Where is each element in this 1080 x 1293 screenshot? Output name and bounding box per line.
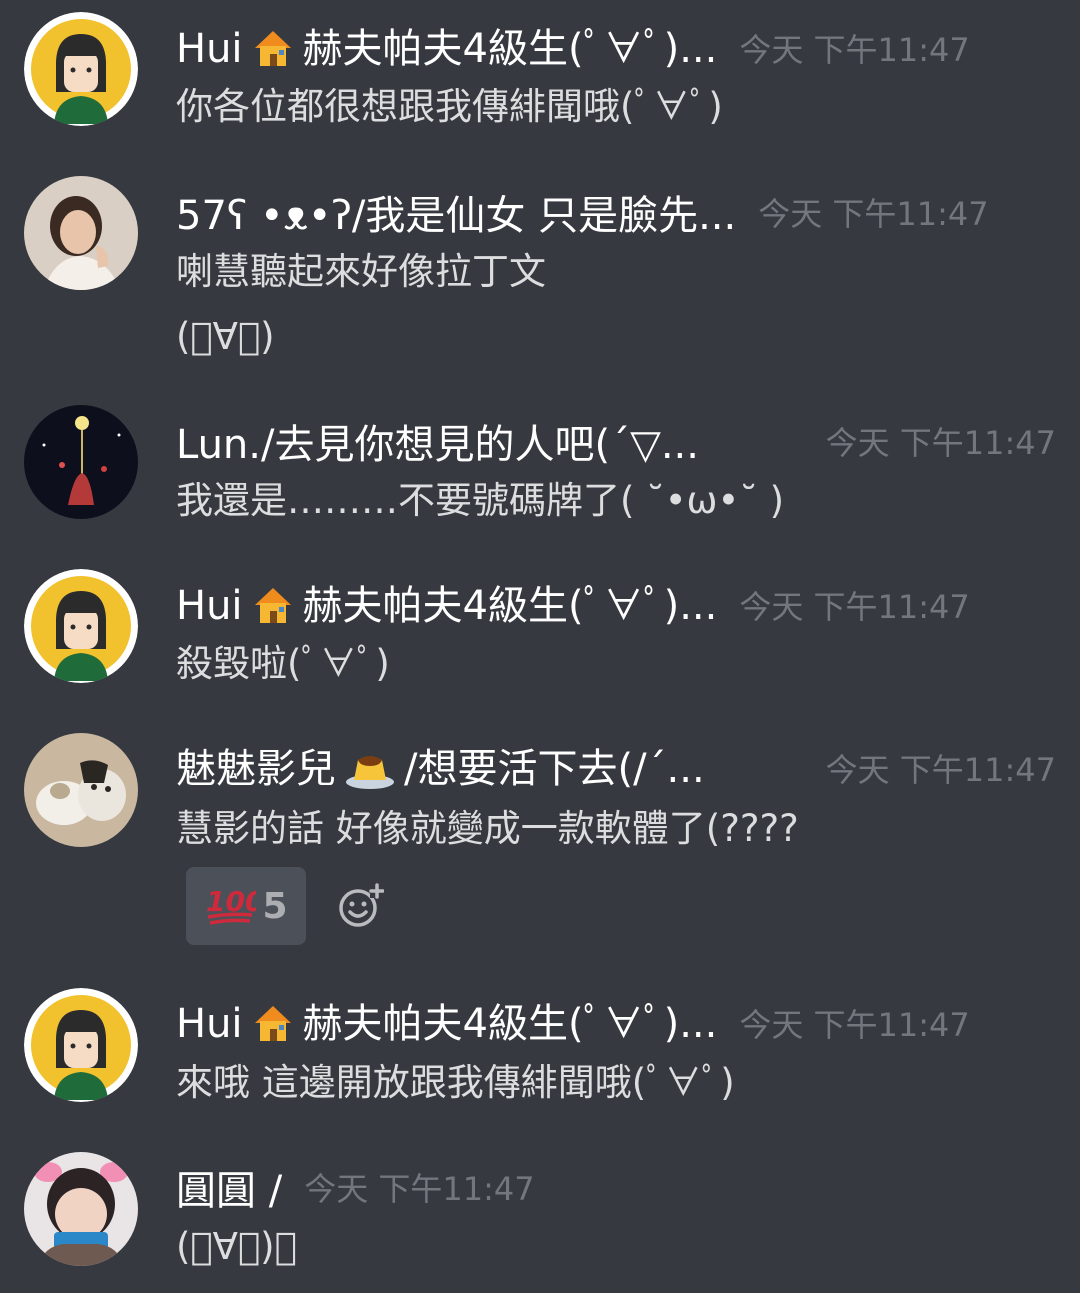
timestamp: 今天 下午11:47 bbox=[758, 195, 989, 233]
house-emoji-icon bbox=[251, 1001, 295, 1055]
timestamp: 今天 下午11:47 bbox=[739, 31, 970, 69]
message-text: (ﾟ∀ﾟ) bbox=[176, 315, 275, 358]
reaction-100[interactable]: 100 5 bbox=[186, 867, 306, 945]
pudding-emoji-icon bbox=[344, 746, 396, 800]
avatar[interactable] bbox=[24, 1152, 138, 1266]
photo-avatar-icon bbox=[24, 176, 138, 290]
timestamp: 今天 下午11:47 bbox=[304, 1170, 535, 1208]
avatar[interactable] bbox=[24, 569, 138, 683]
author-name[interactable]: 魅魅影兒/想要活下去(/´... bbox=[176, 736, 705, 800]
author-name[interactable]: 57ʕ •ᴥ•ʔ/我是仙女 只是臉先... bbox=[176, 183, 736, 241]
avatar[interactable] bbox=[24, 988, 138, 1102]
night-photo-avatar-icon bbox=[24, 405, 138, 519]
author-name[interactable]: Lun./去見你想見的人吧(´▽... bbox=[176, 412, 699, 470]
cats-photo-avatar-icon bbox=[24, 733, 138, 847]
message-text: 慧影的話 好像就變成一款軟體了(???? bbox=[176, 807, 799, 850]
timestamp: 今天 下午11:47 bbox=[739, 1006, 970, 1044]
cartoon-avatar-icon bbox=[24, 569, 138, 683]
cartoon-avatar-icon bbox=[24, 988, 138, 1102]
house-emoji-icon bbox=[251, 26, 295, 80]
message-text: (ﾟ∀ﾟ)？ bbox=[176, 1225, 297, 1268]
message-text: 我還是………不要號碼牌了( ˘•ω•˘ ) bbox=[176, 479, 785, 522]
author-name[interactable]: 圓圓 / bbox=[176, 1158, 282, 1216]
add-reaction-icon[interactable] bbox=[336, 882, 385, 930]
house-emoji-icon bbox=[251, 583, 295, 637]
author-name[interactable]: Hui 赫夫帕夫4級生(ﾟ∀ﾟ)... bbox=[176, 991, 717, 1055]
avatar[interactable] bbox=[24, 12, 138, 126]
message-text: 殺毀啦(ﾟ∀ﾟ) bbox=[176, 642, 390, 685]
message-text: 來哦 這邊開放跟我傳緋聞哦(ﾟ∀ﾟ) bbox=[176, 1061, 735, 1104]
100-emoji-icon: 100 bbox=[204, 881, 265, 931]
timestamp: 今天 下午11:47 bbox=[739, 588, 970, 626]
message-text: 喇慧聽起來好像拉丁文 bbox=[176, 250, 546, 293]
author-name[interactable]: Hui 赫夫帕夫4級生(ﾟ∀ﾟ)... bbox=[176, 16, 717, 80]
selfie-photo-avatar-icon bbox=[24, 1152, 138, 1266]
cartoon-avatar-icon bbox=[24, 12, 138, 126]
author-name[interactable]: Hui 赫夫帕夫4級生(ﾟ∀ﾟ)... bbox=[176, 573, 717, 637]
message-text: 你各位都很想跟我傳緋聞哦(ﾟ∀ﾟ) bbox=[176, 85, 723, 128]
avatar[interactable] bbox=[24, 176, 138, 290]
avatar[interactable] bbox=[24, 405, 138, 519]
reaction-count: 5 bbox=[262, 885, 288, 927]
avatar[interactable] bbox=[24, 733, 138, 847]
timestamp: 今天 下午11:47 bbox=[825, 424, 1056, 462]
chat-feed: Hui 赫夫帕夫4級生(ﾟ∀ﾟ)... 今天 下午11:47 你各位都很想跟我傳緋… bbox=[0, 0, 1080, 1293]
timestamp: 今天 下午11:47 bbox=[825, 751, 1056, 789]
